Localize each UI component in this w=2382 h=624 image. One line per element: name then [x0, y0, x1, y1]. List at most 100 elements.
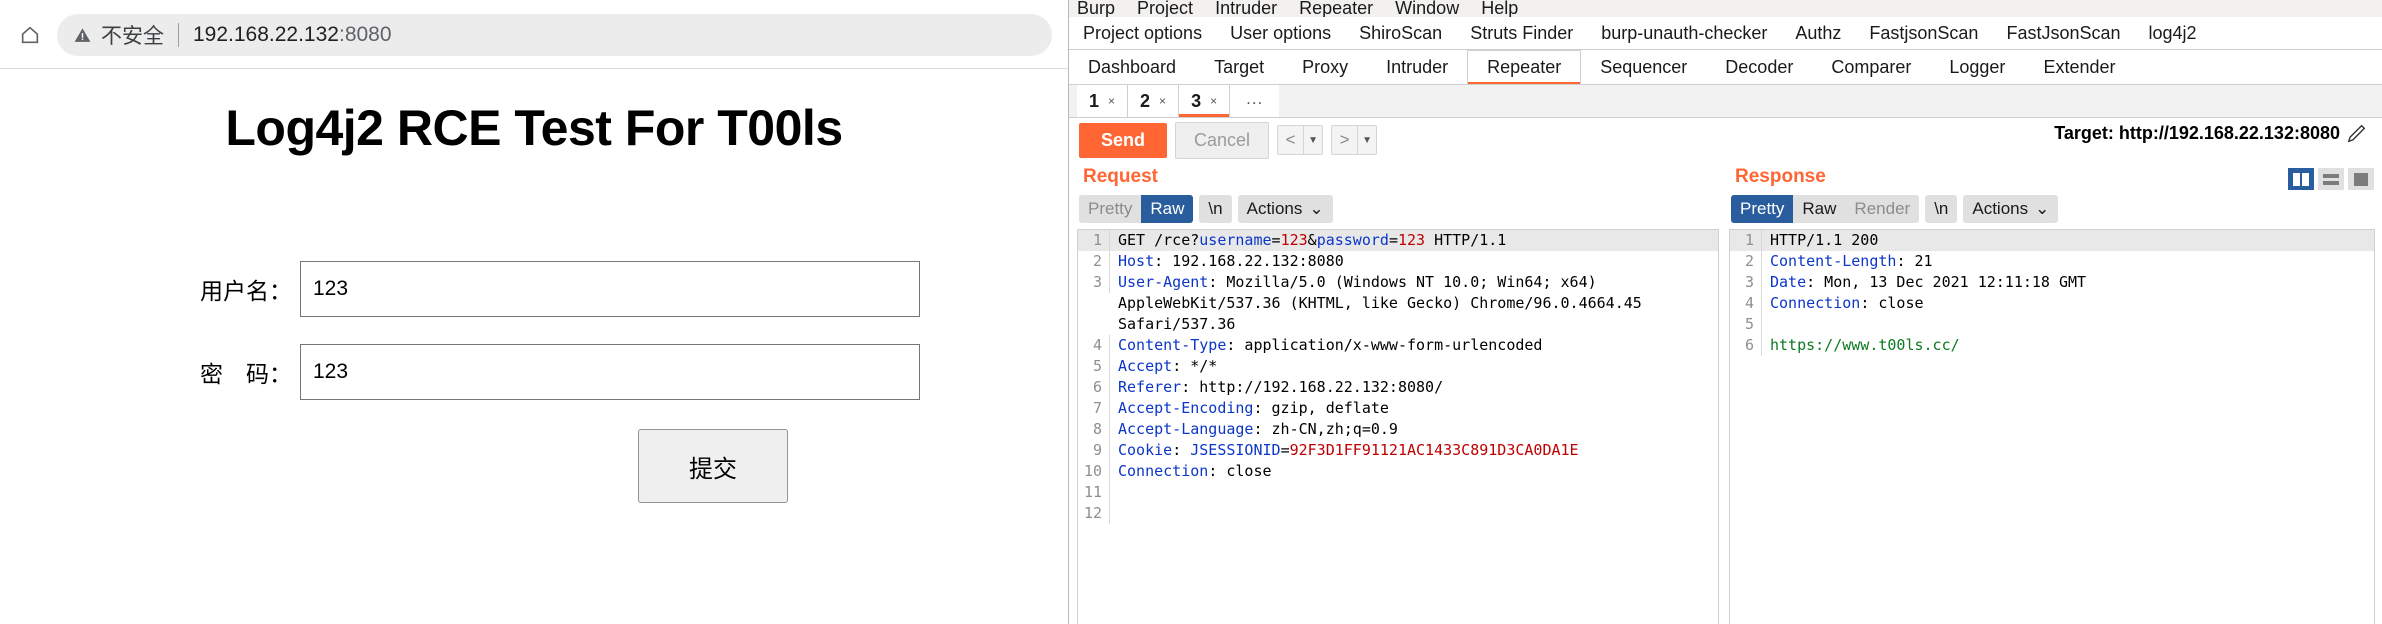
burp-extension-tab-row: Project options User options ShiroScan Stru…	[1069, 17, 2382, 50]
menu-item-intruder[interactable]: Intruder	[1215, 0, 1277, 17]
pencil-edit-icon[interactable]	[2346, 122, 2368, 149]
line-number: 4	[1730, 293, 1762, 314]
response-code-editor[interactable]: 1 HTTP/1.1 200 2 Content-Length: 21 3 Date: M…	[1729, 229, 2375, 624]
code-token: password	[1316, 231, 1389, 249]
history-back-button[interactable]: < ▼	[1277, 125, 1324, 155]
tab-logger[interactable]: Logger	[1930, 50, 2024, 84]
request-view-mode-group[interactable]: Pretty Raw	[1079, 195, 1194, 223]
request-actions-button[interactable]: Actions ⌄	[1237, 195, 1333, 223]
request-view-mode-raw[interactable]: Raw	[1141, 195, 1194, 223]
extension-tab-authz[interactable]: Authz	[1781, 23, 1855, 44]
repeater-tab-1[interactable]: 1 ×	[1077, 85, 1129, 117]
response-view-mode-render[interactable]: Render	[1845, 195, 1920, 223]
submit-button[interactable]: 提交	[638, 429, 788, 503]
extension-tab-fastjsonscan[interactable]: FastjsonScan	[1855, 23, 1992, 44]
cancel-button[interactable]: Cancel	[1175, 121, 1270, 159]
response-pane: Response Pretty Raw Render \n Actions ⌄ 1H…	[1729, 166, 2375, 624]
menu-item-window[interactable]: Window	[1395, 0, 1459, 17]
code-token: Safari/537.36	[1118, 315, 1236, 333]
code-token: =	[1280, 441, 1290, 459]
code-token: username	[1199, 231, 1272, 249]
request-pane-title: Request	[1083, 166, 1158, 187]
code-line: 5 Accept: */*	[1078, 356, 1718, 377]
address-bar[interactable]: 不安全 192.168.22.132:8080	[57, 14, 1052, 56]
tab-sequencer[interactable]: Sequencer	[1581, 50, 1706, 84]
tab-decoder[interactable]: Decoder	[1706, 50, 1812, 84]
response-view-mode-group[interactable]: Pretty Raw Render	[1731, 195, 1920, 223]
line-number: 1	[1730, 230, 1762, 251]
close-icon[interactable]: ×	[1159, 94, 1166, 108]
code-token: Accept-Encoding	[1118, 399, 1254, 417]
code-token: Referer	[1118, 378, 1182, 396]
response-newline-button[interactable]: \n	[1925, 195, 1958, 223]
home-icon[interactable]	[13, 18, 47, 52]
line-number: 6	[1078, 377, 1110, 398]
extension-tab-project-options[interactable]: Project options	[1069, 23, 1216, 44]
line-text: Host: 192.168.22.132:8080	[1110, 251, 1344, 272]
request-view-mode-pretty[interactable]: Pretty	[1079, 195, 1142, 223]
tab-repeater[interactable]: Repeater	[1467, 50, 1582, 84]
request-actions-label: Actions	[1246, 199, 1303, 218]
extension-tab-struts-finder[interactable]: Struts Finder	[1456, 23, 1587, 44]
request-view-controls: Pretty Raw \n Actions ⌄	[1079, 195, 1719, 223]
line-text: Cookie: JSESSIONID=92F3D1FF91121AC1433C8…	[1110, 440, 1579, 461]
request-code-editor[interactable]: 1 GET /rce?username=123&password=123 HTTP…	[1077, 229, 1719, 624]
line-number: 11	[1078, 482, 1110, 503]
chevron-down-icon[interactable]: ▼	[1357, 126, 1376, 154]
close-icon[interactable]: ×	[1210, 94, 1217, 108]
repeater-tab-label: 3	[1191, 90, 1202, 111]
response-actions-button[interactable]: Actions ⌄	[1963, 195, 2059, 223]
menu-item-help[interactable]: Help	[1481, 0, 1518, 17]
code-line: 1 GET /rce?username=123&password=123 HTTP…	[1078, 230, 1718, 251]
tab-proxy[interactable]: Proxy	[1283, 50, 1367, 84]
close-icon[interactable]: ×	[1108, 94, 1115, 108]
extension-tab-user-options[interactable]: User options	[1216, 23, 1345, 44]
repeater-tab-label: 2	[1140, 90, 1151, 111]
code-line: 7 Accept-Encoding: gzip, deflate	[1078, 398, 1718, 419]
repeater-tab-3[interactable]: 3 ×	[1179, 85, 1231, 117]
response-actions-label: Actions	[1972, 199, 2029, 218]
tab-intruder[interactable]: Intruder	[1367, 50, 1467, 84]
repeater-new-tab-button[interactable]: ...	[1230, 85, 1280, 117]
tab-extender[interactable]: Extender	[2024, 50, 2134, 84]
code-token: : application/x-www-form-urlencoded	[1226, 336, 1543, 354]
menu-item-repeater[interactable]: Repeater	[1299, 0, 1373, 17]
code-line: Safari/537.36	[1078, 314, 1718, 335]
response-view-mode-pretty[interactable]: Pretty	[1731, 195, 1794, 223]
code-token: JSESSIONID	[1190, 441, 1281, 459]
code-token: : Mon, 13 Dec 2021 12:11:18 GMT	[1806, 273, 2087, 291]
password-field[interactable]: 123	[300, 344, 920, 400]
password-label: 密 码：	[200, 362, 292, 388]
tab-target[interactable]: Target	[1195, 50, 1283, 84]
tab-dashboard[interactable]: Dashboard	[1069, 50, 1195, 84]
line-text: User-Agent: Mozilla/5.0 (Windows NT 10.0…	[1110, 272, 1597, 293]
code-line: 4 Content-Type: application/x-www-form-ur…	[1078, 335, 1718, 356]
username-field[interactable]: 123	[300, 261, 920, 317]
code-line: 10 Connection: close	[1078, 461, 1718, 482]
extension-tab-log4j2[interactable]: log4j2	[2135, 23, 2211, 44]
line-text: HTTP/1.1 200	[1762, 230, 1878, 251]
request-newline-button[interactable]: \n	[1199, 195, 1232, 223]
code-token: HTTP/1.1	[1425, 231, 1507, 249]
code-token: 123	[1397, 231, 1426, 249]
tab-comparer[interactable]: Comparer	[1812, 50, 1930, 84]
menu-item-project[interactable]: Project	[1137, 0, 1193, 17]
repeater-tab-2[interactable]: 2 ×	[1128, 85, 1180, 117]
extension-tab-fastjsonscan[interactable]: FastJsonScan	[1992, 23, 2134, 44]
send-button[interactable]: Send	[1079, 122, 1168, 158]
chevron-down-icon[interactable]: ▼	[1303, 126, 1322, 154]
code-token: =	[1271, 231, 1281, 249]
security-status-label: 不安全	[101, 24, 164, 48]
url-port: :8080	[338, 23, 392, 46]
code-line: AppleWebKit/537.36 (KHTML, like Gecko) C…	[1078, 293, 1718, 314]
code-token: : 192.168.22.132:8080	[1154, 252, 1344, 270]
extension-tab-burp-unauth-checker[interactable]: burp-unauth-checker	[1587, 23, 1781, 44]
history-forward-button[interactable]: > ▼	[1331, 125, 1378, 155]
response-view-mode-raw[interactable]: Raw	[1793, 195, 1846, 223]
code-token: : http://192.168.22.132:8080/	[1181, 378, 1444, 396]
response-view-controls: Pretty Raw Render \n Actions ⌄	[1731, 195, 2375, 223]
extension-tab-shiroscan[interactable]: ShiroScan	[1345, 23, 1456, 44]
code-token: Host	[1118, 252, 1155, 270]
code-line: 2 Host: 192.168.22.132:8080	[1078, 251, 1718, 272]
menu-item-burp[interactable]: Burp	[1077, 0, 1115, 17]
